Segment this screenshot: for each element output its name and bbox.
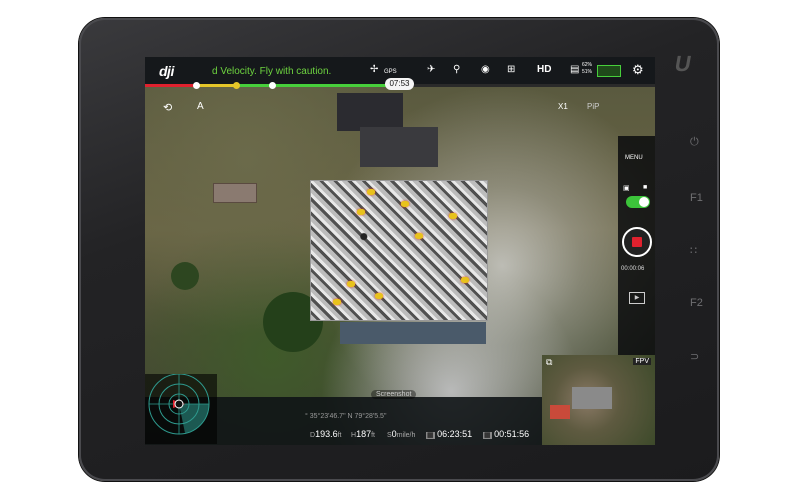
hotspot (367, 189, 375, 195)
pip-swap-icon[interactable]: ⧉ (546, 357, 552, 368)
back-button[interactable]: ⊃ (690, 350, 699, 363)
playback-button[interactable]: ▶ (629, 292, 645, 304)
record-button[interactable] (622, 227, 652, 257)
roof (360, 127, 438, 167)
power-button[interactable]: ⏻ (690, 136, 699, 149)
battery-percent-1: 62% (582, 62, 593, 68)
pip-label[interactable]: PiP (587, 102, 599, 111)
focus-icon[interactable]: ⟲ (163, 101, 172, 114)
roof (340, 322, 486, 344)
battery-percent-2: 51% (582, 69, 593, 75)
record-time: 00:00:06 (621, 266, 645, 272)
flight-warning: d Velocity. Fly with caution. (212, 66, 332, 77)
flight-time-remaining: 07:53 (385, 78, 414, 90)
device-logo: U (672, 51, 694, 76)
zoom-label[interactable]: X1 (558, 102, 568, 111)
f1-button[interactable]: F1 (690, 192, 703, 204)
screen: dji d Velocity. Fly with caution. ✢ GPS … (145, 57, 655, 445)
pip-building (550, 405, 570, 419)
shed (213, 183, 257, 203)
screenshot-label[interactable]: Screenshot (371, 390, 417, 399)
video-icon: ■ (643, 184, 648, 191)
battery-level-icon (597, 65, 621, 77)
roof (337, 93, 403, 131)
hotspot (401, 201, 409, 207)
tree (171, 262, 199, 290)
hotspot (415, 233, 423, 239)
settings-gear-icon[interactable]: ⚙ (632, 62, 644, 78)
auto-exposure-icon[interactable]: A (197, 101, 204, 112)
photo-video-toggle[interactable] (626, 196, 650, 208)
aircraft-icon[interactable]: ✢ (370, 64, 378, 75)
remote-controller-icon[interactable]: ⊞ (507, 64, 515, 75)
progress-marker (269, 82, 276, 89)
height-readout: H187ft (351, 429, 375, 439)
distance-readout: D193.6ft (310, 429, 342, 439)
pip-building (572, 387, 612, 409)
flight-mode-icon[interactable]: ✈ (427, 64, 435, 75)
menu-label[interactable]: MENU (625, 155, 643, 161)
pip-view[interactable]: FPV ⧉ (542, 355, 655, 445)
landing-marker (233, 82, 240, 89)
return-home-marker (193, 82, 200, 89)
record-stop-icon (632, 237, 642, 247)
obstacle-sensing-icon[interactable]: ◉ (481, 64, 490, 75)
camera-icon: ▣ (623, 185, 630, 192)
thermal-overlay (310, 180, 488, 321)
clock-readout: ▦ 06:23:51 (426, 429, 473, 439)
radar-map[interactable] (145, 374, 217, 444)
hd-signal-label[interactable]: HD (537, 64, 551, 75)
hotspot (461, 277, 469, 283)
hotspot (449, 213, 457, 219)
gps-coordinates: ° 35°23'46.7" N 79°28'5.5" (305, 413, 387, 420)
satellite-icon[interactable]: ⚲ (453, 64, 460, 75)
fpv-label[interactable]: FPV (633, 358, 651, 365)
battery-icon[interactable]: ▤ (570, 64, 579, 75)
f2-button[interactable]: F2 (690, 297, 703, 309)
flight-duration-readout: ▦ 00:51:56 (483, 429, 530, 439)
speed-readout: S0mile/h (387, 429, 416, 439)
dji-logo[interactable]: dji (159, 63, 174, 79)
hotspot (347, 281, 355, 287)
hotspot (375, 293, 383, 299)
hotspot (333, 299, 341, 305)
function-button[interactable]: ∷ (690, 244, 697, 257)
hotspot (357, 209, 365, 215)
gps-label: GPS (384, 69, 397, 75)
